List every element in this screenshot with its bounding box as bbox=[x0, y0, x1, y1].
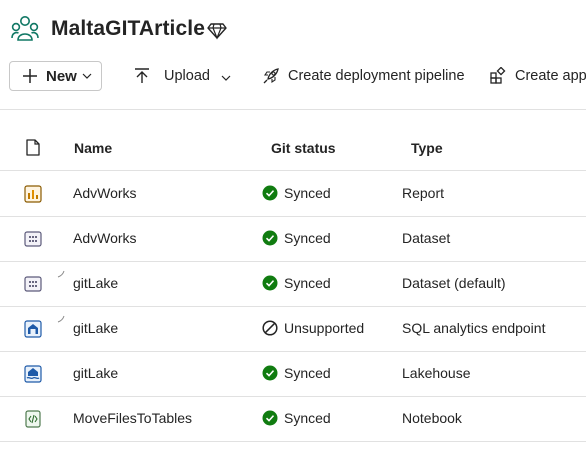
item-type: Dataset (default) bbox=[402, 275, 506, 291]
table-row[interactable]: gitLake Unsupported SQL analytics endpoi… bbox=[0, 306, 586, 352]
app-icon bbox=[490, 67, 506, 84]
upload-button[interactable]: Upload bbox=[133, 61, 233, 91]
new-button[interactable]: New bbox=[9, 61, 102, 91]
item-name[interactable]: MoveFilesToTables bbox=[73, 410, 192, 426]
create-app-label: Create app bbox=[515, 68, 586, 84]
unsupported-icon bbox=[262, 320, 278, 336]
notebook-icon bbox=[25, 410, 41, 428]
child-item-icon bbox=[57, 270, 65, 278]
synced-check-icon bbox=[262, 410, 278, 426]
synced-check-icon bbox=[262, 230, 278, 246]
item-name[interactable]: AdvWorks bbox=[73, 230, 137, 246]
synced-check-icon bbox=[262, 365, 278, 381]
child-item-icon bbox=[57, 315, 65, 323]
git-status: Unsupported bbox=[284, 320, 365, 336]
dataset-icon bbox=[24, 276, 42, 292]
table-row[interactable]: AdvWorks Synced Report bbox=[0, 171, 586, 217]
item-type: Dataset bbox=[402, 230, 451, 246]
chevron-down-icon bbox=[82, 73, 92, 79]
rocket-icon bbox=[263, 68, 279, 84]
column-header-git-status[interactable]: Git status bbox=[271, 140, 336, 156]
upload-label: Upload bbox=[164, 68, 210, 84]
table-header: Name Git status Type bbox=[0, 126, 586, 171]
chevron-down-icon bbox=[221, 75, 231, 81]
premium-diamond-icon[interactable] bbox=[207, 20, 227, 40]
create-app-button[interactable]: Create app bbox=[489, 61, 586, 91]
table-row[interactable]: gitLake Synced Dataset (default) bbox=[0, 261, 586, 307]
item-type: Report bbox=[402, 185, 445, 201]
column-header-type[interactable]: Type bbox=[411, 140, 443, 156]
create-deployment-pipeline-button[interactable]: Create deployment pipeline bbox=[262, 61, 465, 91]
plus-icon bbox=[23, 69, 37, 83]
table-row[interactable]: gitLake Synced Lakehouse bbox=[0, 351, 586, 397]
table-row[interactable]: MoveFilesToTables Synced Notebook bbox=[0, 396, 586, 442]
item-name[interactable]: gitLake bbox=[73, 320, 118, 336]
table-row[interactable]: AdvWorks Synced Dataset bbox=[0, 216, 586, 262]
synced-check-icon bbox=[262, 185, 278, 201]
synced-check-icon bbox=[262, 275, 278, 291]
item-name[interactable]: gitLake bbox=[73, 275, 118, 291]
git-status: Synced bbox=[284, 185, 331, 201]
item-type: Lakehouse bbox=[402, 365, 471, 381]
document-icon bbox=[26, 139, 40, 156]
toolbar: New Upload Create deployment pipeline Cr bbox=[0, 60, 586, 96]
report-icon bbox=[24, 185, 42, 203]
new-button-label: New bbox=[46, 68, 77, 85]
workspace-title: MaltaGITArticle bbox=[51, 17, 205, 40]
create-deployment-pipeline-label: Create deployment pipeline bbox=[288, 68, 465, 84]
git-status: Synced bbox=[284, 410, 331, 426]
dataset-icon bbox=[24, 231, 42, 247]
toolbar-divider bbox=[0, 109, 586, 110]
git-status: Synced bbox=[284, 365, 331, 381]
sql-endpoint-icon bbox=[24, 320, 42, 338]
item-type: Notebook bbox=[402, 410, 462, 426]
workspace-people-icon bbox=[11, 16, 39, 41]
column-header-name[interactable]: Name bbox=[74, 140, 112, 156]
item-name[interactable]: AdvWorks bbox=[73, 185, 137, 201]
workspace-header: MaltaGITArticle bbox=[0, 0, 586, 60]
git-status: Synced bbox=[284, 230, 331, 246]
upload-icon bbox=[135, 68, 149, 83]
item-name[interactable]: gitLake bbox=[73, 365, 118, 381]
item-type: SQL analytics endpoint bbox=[402, 320, 546, 336]
git-status: Synced bbox=[284, 275, 331, 291]
lakehouse-icon bbox=[24, 365, 42, 383]
